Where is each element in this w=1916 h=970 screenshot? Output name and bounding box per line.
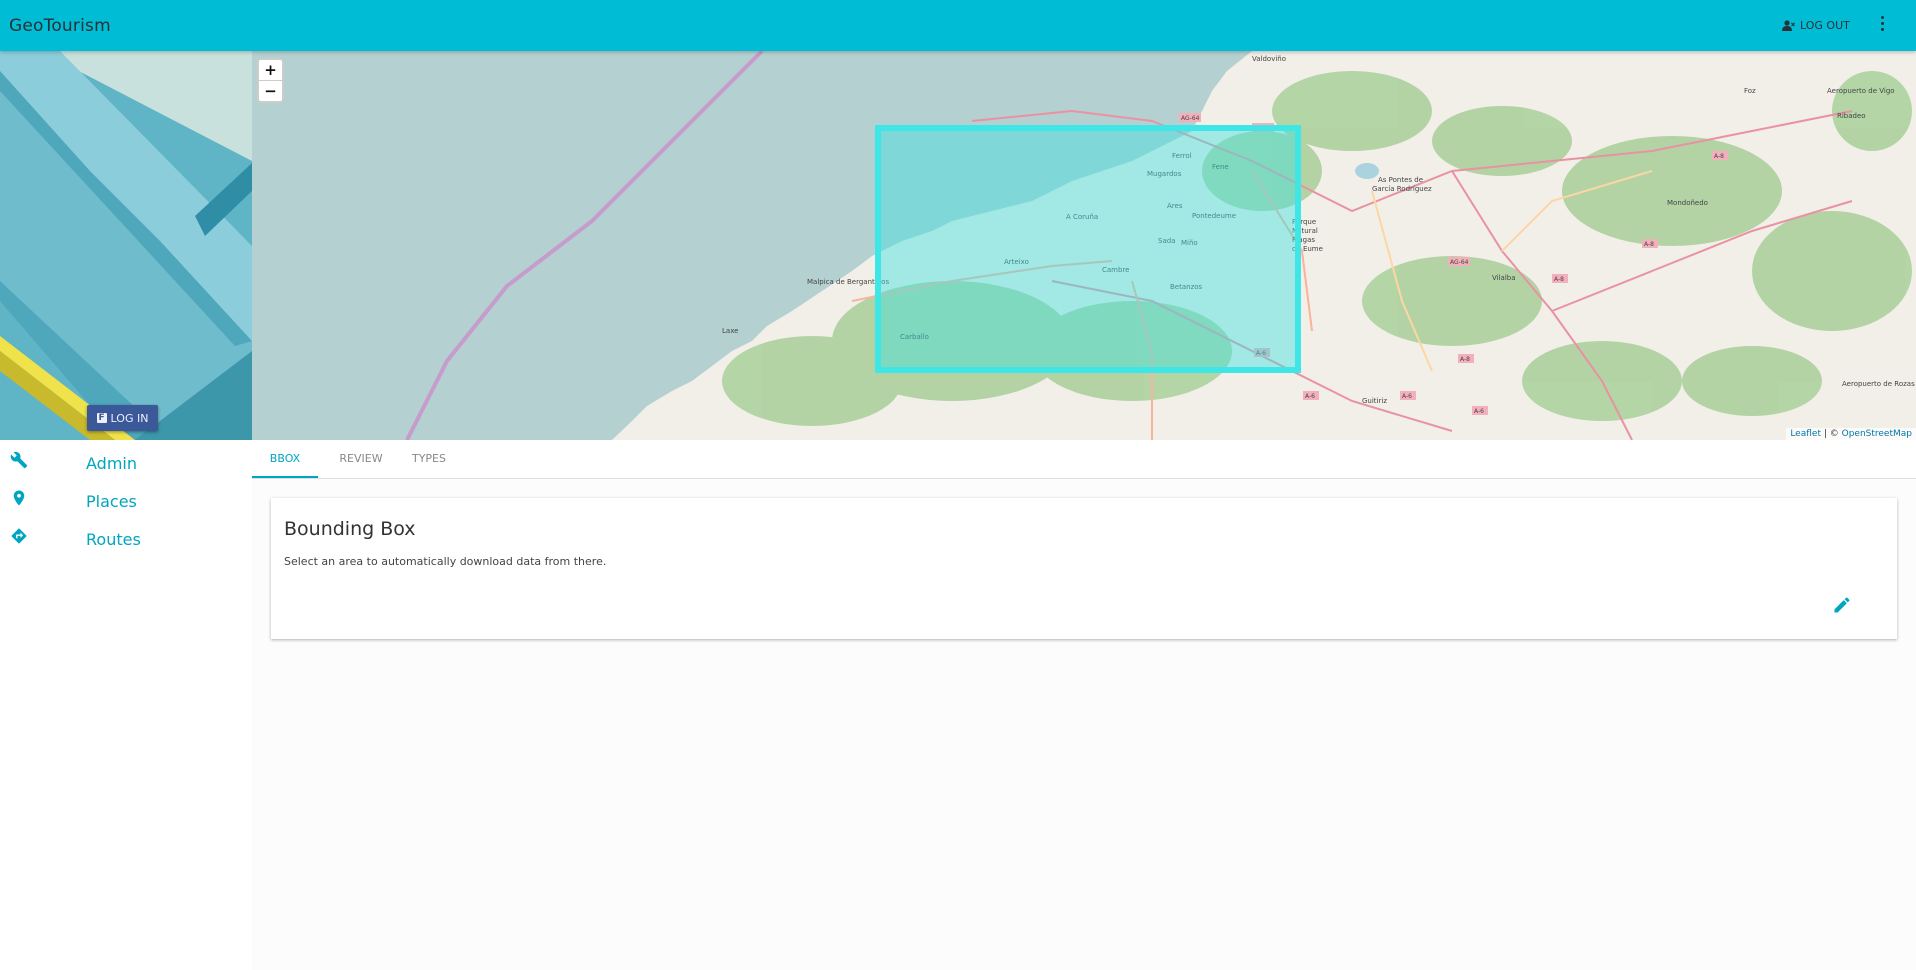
- material-background-image: [0, 51, 252, 440]
- svg-text:A-8: A-8: [1460, 356, 1470, 363]
- sidebar-nav: Admin Places Routes: [0, 446, 252, 560]
- app-bar: GeoTourism LOG OUT: [0, 0, 1916, 51]
- zoom-out-button[interactable]: −: [259, 80, 282, 101]
- sidebar-item-label: Admin: [86, 454, 137, 473]
- sidebar-item-routes[interactable]: Routes: [0, 522, 252, 560]
- directions-icon: [11, 528, 27, 544]
- card-title: Bounding Box: [284, 518, 416, 540]
- svg-text:AG-64: AG-64: [1181, 115, 1200, 122]
- svg-text:A-6: A-6: [1474, 408, 1484, 415]
- map-attribution: Leaflet | © OpenStreetMap: [1786, 428, 1916, 440]
- svg-text:Aeropuerto de Rozas: Aeropuerto de Rozas: [1842, 380, 1915, 388]
- svg-text:A-8: A-8: [1554, 276, 1564, 283]
- zoom-control: + −: [257, 58, 284, 103]
- tab-bar: BBOX REVIEW TYPES: [252, 440, 1916, 479]
- svg-text:Aeropuerto de Vigo: Aeropuerto de Vigo: [1827, 87, 1895, 95]
- login-label: LOG IN: [110, 411, 149, 425]
- svg-text:Mondoñedo: Mondoñedo: [1667, 199, 1708, 207]
- svg-text:A-6: A-6: [1305, 393, 1315, 400]
- svg-text:Vilalba: Vilalba: [1492, 274, 1516, 282]
- attribution-separator: | ©: [1820, 429, 1842, 439]
- more-menu-icon[interactable]: [1876, 13, 1888, 37]
- wrench-icon: [10, 451, 28, 469]
- svg-text:AG-64: AG-64: [1450, 259, 1469, 266]
- leaflet-link[interactable]: Leaflet: [1790, 429, 1821, 439]
- svg-text:Ribadeo: Ribadeo: [1837, 112, 1866, 120]
- svg-text:Laxe: Laxe: [722, 327, 738, 335]
- edit-pencil-icon[interactable]: [1832, 595, 1852, 615]
- sidebar-item-places[interactable]: Places: [0, 484, 252, 522]
- svg-text:Guitiriz: Guitiriz: [1362, 397, 1387, 405]
- zoom-in-button[interactable]: +: [259, 60, 282, 80]
- sidebar-item-label: Places: [86, 492, 137, 511]
- svg-text:As Pontes de: As Pontes de: [1378, 176, 1423, 184]
- facebook-login-button[interactable]: f LOG IN: [87, 405, 158, 431]
- svg-text:A-6: A-6: [1402, 393, 1412, 400]
- svg-text:Valdoviño: Valdoviño: [1252, 55, 1286, 63]
- sidebar-header: f LOG IN: [0, 51, 252, 440]
- svg-text:A-8: A-8: [1644, 241, 1654, 248]
- sidebar-item-admin[interactable]: Admin: [0, 446, 252, 484]
- bounding-box-card: Bounding Box Select an area to automatic…: [271, 498, 1897, 639]
- logout-button[interactable]: LOG OUT: [1782, 14, 1850, 36]
- openstreetmap-link[interactable]: OpenStreetMap: [1842, 429, 1912, 439]
- map-view[interactable]: Valdoviño Ferrol Mugardos Ares Fene Pont…: [252, 51, 1916, 440]
- svg-text:A-8: A-8: [1714, 153, 1724, 160]
- bounding-box-selection[interactable]: [875, 125, 1301, 373]
- svg-text:Foz: Foz: [1744, 87, 1756, 95]
- facebook-icon: f: [96, 413, 107, 423]
- app-title: GeoTourism: [9, 16, 111, 36]
- svg-text:García Rodríguez: García Rodríguez: [1372, 185, 1432, 193]
- tab-review[interactable]: REVIEW: [332, 440, 390, 478]
- sidebar-item-label: Routes: [86, 530, 141, 549]
- user-remove-icon: [1782, 19, 1795, 31]
- map-marker-icon: [13, 490, 25, 506]
- tab-types[interactable]: TYPES: [404, 440, 454, 478]
- card-description: Select an area to automatically download…: [284, 555, 607, 568]
- tab-bbox[interactable]: BBOX: [252, 440, 318, 478]
- logout-label: LOG OUT: [1800, 18, 1850, 32]
